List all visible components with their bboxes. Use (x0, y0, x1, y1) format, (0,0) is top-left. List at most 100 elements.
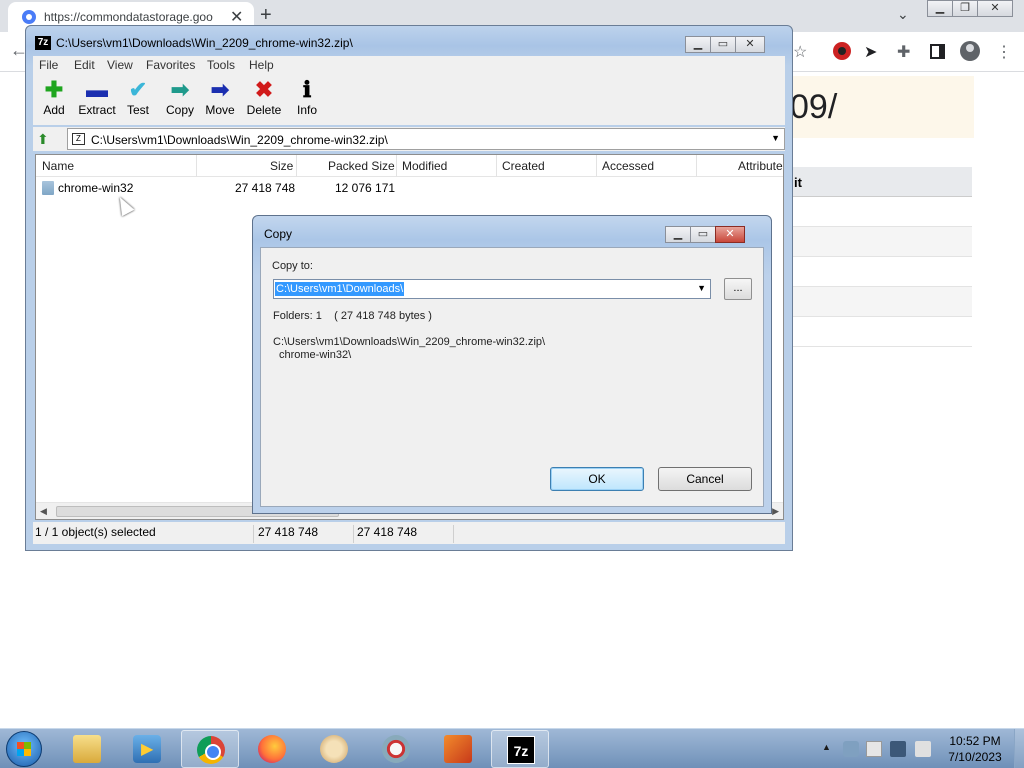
page-table-row (790, 317, 972, 347)
column-modified[interactable]: Modified (402, 159, 447, 173)
delete-button[interactable]: ✖ Delete (245, 77, 283, 123)
tab-search-chevron-icon[interactable]: ⌄ (897, 6, 909, 23)
column-name[interactable]: Name (42, 159, 74, 173)
taskbar-chrome[interactable] (181, 730, 239, 768)
source-item-path: chrome-win32\ (279, 349, 352, 361)
minimize-icon[interactable]: ▁ (665, 226, 691, 243)
menu-tools[interactable]: Tools (207, 58, 235, 72)
ok-button[interactable]: OK (550, 467, 644, 491)
restore-icon[interactable]: ❐ (952, 0, 978, 17)
column-accessed[interactable]: Accessed (602, 159, 654, 173)
extract-button[interactable]: ▬ Extract (75, 77, 119, 123)
close-icon[interactable]: ✕ (735, 36, 765, 53)
toolbar: ✚ Add ▬ Extract ✔ Test ➡ Copy ➡ Move ✖ D… (33, 75, 785, 125)
info-button[interactable]: ℹ Info (293, 77, 321, 123)
minus-icon: ▬ (86, 77, 108, 102)
tray-expand-icon[interactable]: ▲ (822, 742, 831, 752)
item-packed-size: 12 076 171 (335, 181, 396, 195)
side-panel-icon[interactable] (930, 44, 945, 59)
column-separator[interactable] (296, 155, 297, 177)
start-button[interactable] (6, 731, 42, 767)
menu-view[interactable]: View (107, 58, 133, 72)
bookmark-star-icon[interactable]: ☆ (793, 42, 807, 62)
column-separator[interactable] (596, 155, 597, 177)
extension-cursor-icon[interactable]: ➤ (864, 42, 882, 61)
column-size[interactable]: Size (270, 159, 293, 173)
taskbar: 7z ▲ 10:52 PM 7/10/2023 (0, 728, 1024, 768)
address-field[interactable]: Z C:\Users\vm1\Downloads\Win_2209_chrome… (67, 128, 785, 150)
destination-path[interactable]: C:\Users\vm1\Downloads\ (275, 282, 405, 296)
snipping-tool-icon (382, 735, 410, 763)
destination-combobox[interactable]: C:\Users\vm1\Downloads\ ▼ (273, 279, 711, 299)
move-button[interactable]: ➡ Move (203, 77, 237, 123)
folder-icon (42, 181, 54, 195)
taskbar-media-player[interactable] (118, 730, 176, 768)
minimize-icon[interactable]: ▁ (685, 36, 711, 53)
extensions-puzzle-icon[interactable]: ✚ (897, 42, 915, 61)
clock-date: 7/10/2023 (948, 750, 1002, 764)
taskbar-paint[interactable] (305, 730, 363, 768)
folder-up-icon[interactable]: ⬆ (37, 131, 49, 148)
tray-network-icon[interactable] (843, 741, 859, 757)
column-created[interactable]: Created (502, 159, 545, 173)
column-separator[interactable] (196, 155, 197, 177)
copy-button[interactable]: ➡ Copy (163, 77, 197, 123)
scroll-left-icon[interactable]: ◀ (40, 506, 47, 517)
7zip-icon: 7z (507, 736, 535, 764)
menu-edit[interactable]: Edit (74, 58, 95, 72)
move-arrow-icon: ➡ (210, 77, 230, 102)
column-separator[interactable] (696, 155, 697, 177)
close-icon[interactable]: ✕ (977, 0, 1013, 17)
tab-close-icon[interactable]: ✕ (230, 7, 243, 27)
system-clock[interactable]: 10:52 PM 7/10/2023 (940, 733, 1010, 765)
folder-icon (73, 735, 101, 763)
dialog-title: Copy (264, 227, 293, 241)
page-heading: 09/ (790, 88, 838, 126)
taskbar-snipping-tool[interactable] (367, 730, 425, 768)
tab-title: https://commondatastorage.goo (44, 10, 213, 24)
check-icon: ✔ (128, 77, 148, 102)
copy-dialog: Copy ▁ ▭ ✕ Copy to: C:\Users\vm1\Downloa… (252, 215, 772, 514)
column-separator[interactable] (396, 155, 397, 177)
show-desktop-button[interactable] (1014, 729, 1024, 768)
item-name: chrome-win32 (58, 181, 134, 195)
tray-display-icon[interactable] (890, 741, 906, 757)
browse-button[interactable]: ... (724, 278, 752, 300)
scroll-right-icon[interactable]: ▶ (772, 506, 779, 517)
more-menu-icon[interactable]: ⋮ (996, 42, 1014, 61)
list-item[interactable]: chrome-win32 27 418 748 12 076 171 (36, 179, 783, 197)
chevron-down-icon[interactable]: ▼ (697, 283, 706, 293)
test-label: Test (126, 103, 149, 117)
window-title: C:\Users\vm1\Downloads\Win_2209_chrome-w… (56, 36, 353, 50)
chrome-icon (197, 736, 225, 764)
taskbar-file-explorer[interactable] (58, 730, 116, 768)
dialog-window-controls: ▁ ▭ ✕ (665, 226, 745, 244)
pen-app-icon (444, 735, 472, 763)
profile-avatar-icon[interactable] (960, 41, 980, 61)
taskbar-7zip[interactable]: 7z (491, 730, 549, 768)
taskbar-pen-app[interactable] (429, 730, 487, 768)
status-packed: 27 418 748 (357, 525, 418, 539)
column-separator[interactable] (496, 155, 497, 177)
close-icon[interactable]: ✕ (715, 226, 745, 243)
maximize-icon[interactable]: ▭ (710, 36, 736, 53)
test-button[interactable]: ✔ Test (123, 77, 153, 123)
tray-volume-muted-icon[interactable] (915, 741, 931, 757)
taskbar-firefox[interactable] (243, 730, 301, 768)
archive-icon: Z (72, 133, 85, 145)
column-packed-size[interactable]: Packed Size (328, 159, 395, 173)
item-size: 27 418 748 (235, 181, 296, 195)
new-tab-icon[interactable]: + (260, 4, 272, 27)
cancel-button[interactable]: Cancel (658, 467, 752, 491)
menu-file[interactable]: File (39, 58, 58, 72)
page-table-row (790, 227, 972, 257)
maximize-icon[interactable]: ▭ (690, 226, 716, 243)
tray-action-center-icon[interactable] (866, 741, 882, 757)
minimize-icon[interactable]: ▁ (927, 0, 953, 17)
menu-help[interactable]: Help (249, 58, 274, 72)
extension-record-icon[interactable] (833, 42, 851, 60)
column-attributes[interactable]: Attribute (738, 159, 783, 173)
add-button[interactable]: ✚ Add (37, 77, 71, 123)
menu-favorites[interactable]: Favorites (146, 58, 195, 72)
address-dropdown-icon[interactable]: ▼ (771, 133, 780, 143)
